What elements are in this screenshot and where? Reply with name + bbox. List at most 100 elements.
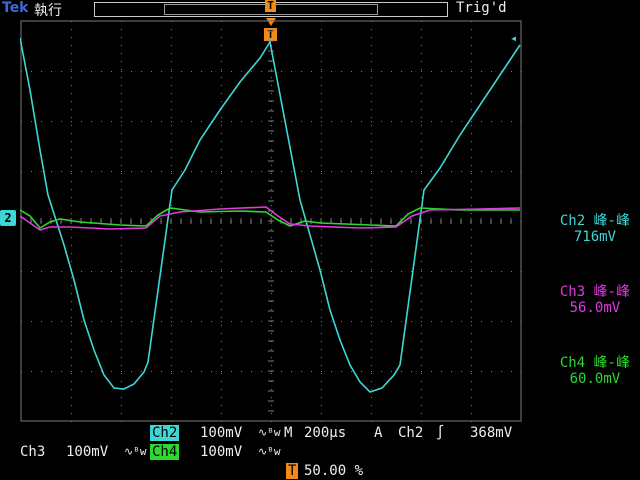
grid-dot (71, 71, 72, 72)
grid-dot (171, 21, 172, 22)
grid-dot (421, 285, 422, 286)
grid-dot (391, 171, 392, 172)
grid-dot (121, 333, 122, 334)
grid-dot (71, 77, 72, 78)
grid-dot (71, 189, 72, 190)
grid-dot (371, 301, 372, 302)
grid-dot (321, 69, 322, 70)
trigger-slope-icon: ∫ (436, 425, 445, 441)
grid-dot (471, 293, 472, 294)
grid-dot (71, 85, 72, 86)
grid-dot (441, 121, 442, 122)
grid-dot (321, 413, 322, 414)
grid-dot (21, 271, 22, 272)
ch4-label: Ch4 (150, 444, 180, 460)
grid-dot (301, 371, 302, 372)
grid-dot (421, 21, 422, 22)
grid-dot (321, 141, 322, 142)
grid-dot (21, 321, 22, 322)
grid-dot (171, 149, 172, 150)
grid-dot (321, 117, 322, 118)
ch2-ground-marker[interactable]: 2 (0, 210, 16, 226)
grid-dot (221, 181, 222, 182)
grid-dot (281, 321, 282, 322)
grid-dot (101, 321, 102, 322)
ch2-readout[interactable]: Ch2 (150, 425, 180, 441)
grid-dot (421, 165, 422, 166)
grid-dot (321, 29, 322, 30)
grid-dot (321, 365, 322, 366)
grid-dot (121, 277, 122, 278)
grid-dot (31, 371, 32, 372)
grid-dot (471, 197, 472, 198)
ch4-readout[interactable]: Ch4 (150, 444, 180, 460)
grid-dot (71, 141, 72, 142)
grid-dot (261, 271, 262, 272)
grid-dot (81, 71, 82, 72)
trigger-position-value[interactable]: 50.00 % (304, 463, 363, 479)
grid-dot (271, 229, 272, 230)
grid-dot (121, 53, 122, 54)
grid-dot (361, 271, 362, 272)
grid-dot (371, 309, 372, 310)
trigger-level[interactable]: 368mV (470, 425, 512, 441)
grid-dot (71, 93, 72, 94)
grid-dot (371, 121, 372, 122)
grid-dot (481, 171, 482, 172)
grid-dot (371, 21, 372, 22)
grid-dot (271, 125, 272, 126)
timebase-value[interactable]: 200µs (304, 425, 346, 441)
grid-dot (171, 205, 172, 206)
trigger-position-icon: T (265, 0, 276, 12)
grid-dot (221, 173, 222, 174)
grid-dot (321, 285, 322, 286)
grid-dot (361, 171, 362, 172)
grid-dot (371, 69, 372, 70)
grid-dot (361, 71, 362, 72)
grid-dot (371, 157, 372, 158)
grid-dot (321, 53, 322, 54)
grid-dot (131, 121, 132, 122)
grid-dot (321, 301, 322, 302)
trigger-source[interactable]: Ch2 (398, 425, 423, 441)
grid-dot (221, 189, 222, 190)
grid-dot (421, 271, 422, 272)
grid-dot (471, 69, 472, 70)
grid-dot (431, 171, 432, 172)
grid-dot (371, 349, 372, 350)
grid-dot (71, 53, 72, 54)
grid-dot (221, 213, 222, 214)
grid-dot (201, 71, 202, 72)
ch3-label[interactable]: Ch3 (20, 444, 45, 460)
grid-dot (371, 405, 372, 406)
grid-dot (471, 341, 472, 342)
grid-dot (261, 371, 262, 372)
grid-dot (171, 333, 172, 334)
grid-dot (471, 133, 472, 134)
grid-dot (81, 321, 82, 322)
grid-dot (211, 271, 212, 272)
grid-dot (471, 71, 472, 72)
grid-dot (71, 301, 72, 302)
grid-dot (71, 309, 72, 310)
grid-dot (191, 121, 192, 122)
grid-dot (261, 121, 262, 122)
grid-dot (321, 165, 322, 166)
grid-dot (371, 397, 372, 398)
grid-dot (71, 117, 72, 118)
grid-dot (171, 371, 172, 372)
grid-dot (71, 229, 72, 230)
grid-dot (421, 117, 422, 118)
grid-dot (71, 371, 72, 372)
grid-dot (121, 325, 122, 326)
grid-dot (371, 365, 372, 366)
grid-dot (371, 261, 372, 262)
grid-dot (201, 321, 202, 322)
grid-dot (471, 213, 472, 214)
grid-dot (231, 371, 232, 372)
grid-dot (321, 309, 322, 310)
grid-dot (371, 333, 372, 334)
grid-dot (501, 271, 502, 272)
grid-dot (371, 357, 372, 358)
grid-dot (321, 133, 322, 134)
